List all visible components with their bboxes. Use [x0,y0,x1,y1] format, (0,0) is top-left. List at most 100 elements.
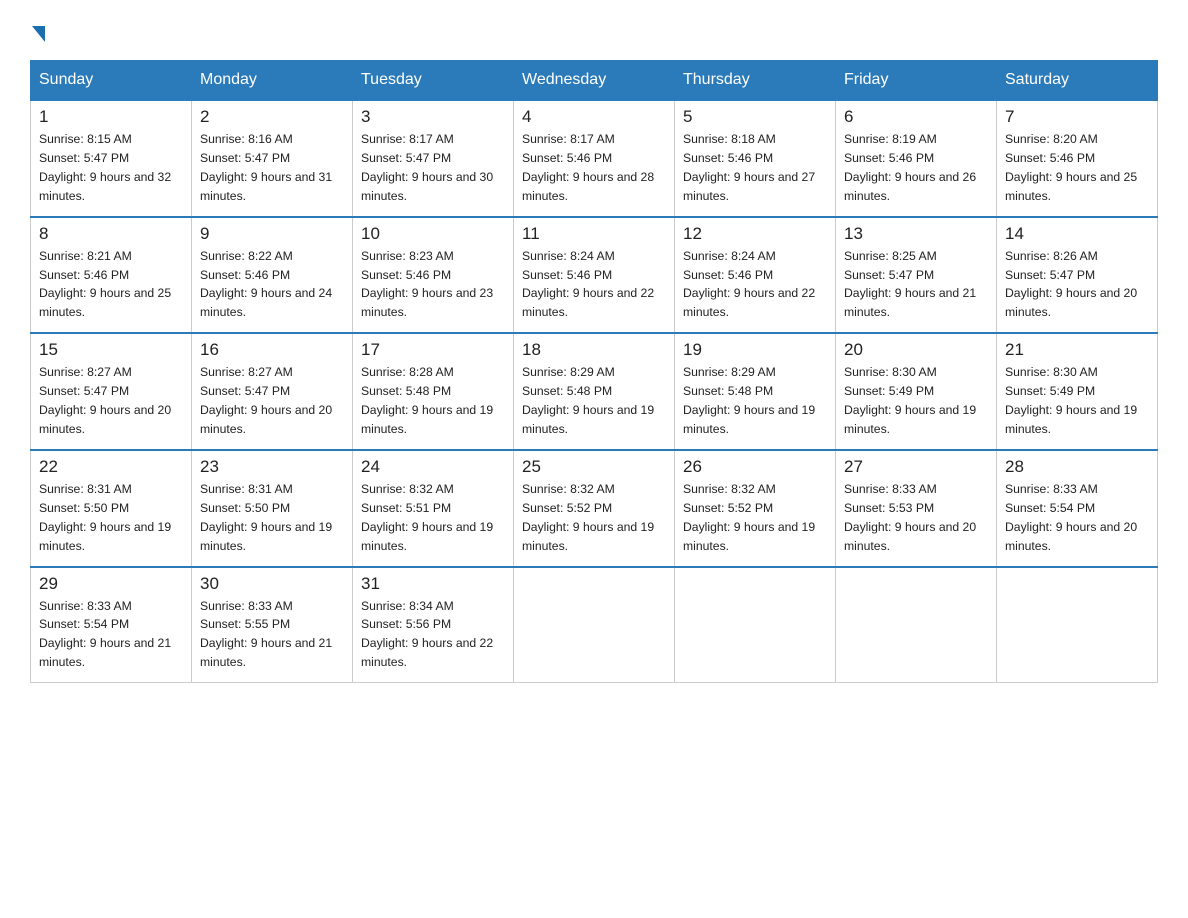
day-info: Sunrise: 8:31 AMSunset: 5:50 PMDaylight:… [39,480,183,556]
day-number: 26 [683,457,827,477]
calendar-cell: 14 Sunrise: 8:26 AMSunset: 5:47 PMDayligh… [997,217,1158,334]
calendar-week-row: 29Sunrise: 8:33 AMSunset: 5:54 PMDayligh… [31,567,1158,683]
day-info: Sunrise: 8:28 AMSunset: 5:48 PMDaylight:… [361,363,505,439]
day-info: Sunrise: 8:18 AMSunset: 5:46 PMDaylight:… [683,130,827,206]
calendar-cell: 4 Sunrise: 8:17 AMSunset: 5:46 PMDaylight… [514,100,675,217]
day-info: Sunrise: 8:24 AMSunset: 5:46 PMDaylight:… [683,247,827,323]
day-info: Sunrise: 8:22 AMSunset: 5:46 PMDaylight:… [200,247,344,323]
day-info: Sunrise: 8:29 AMSunset: 5:48 PMDaylight:… [683,363,827,439]
day-info: Sunrise: 8:33 AMSunset: 5:53 PMDaylight:… [844,480,988,556]
day-number: 17 [361,340,505,360]
calendar-cell: 25 Sunrise: 8:32 AMSunset: 5:52 PMDayligh… [514,450,675,567]
day-number: 14 [1005,224,1149,244]
day-info: Sunrise: 8:24 AMSunset: 5:46 PMDaylight:… [522,247,666,323]
day-number: 11 [522,224,666,244]
day-info: Sunrise: 8:30 AMSunset: 5:49 PMDaylight:… [844,363,988,439]
day-number: 22 [39,457,183,477]
day-number: 31 [361,574,505,594]
day-number: 16 [200,340,344,360]
day-info: Sunrise: 8:32 AMSunset: 5:51 PMDaylight:… [361,480,505,556]
calendar-cell: 19Sunrise: 8:29 AMSunset: 5:48 PMDayligh… [675,333,836,450]
calendar-cell: 10Sunrise: 8:23 AMSunset: 5:46 PMDayligh… [353,217,514,334]
weekday-header-monday: Monday [192,61,353,101]
day-number: 6 [844,107,988,127]
day-number: 15 [39,340,183,360]
calendar-cell: 7Sunrise: 8:20 AMSunset: 5:46 PMDaylight… [997,100,1158,217]
day-info: Sunrise: 8:21 AMSunset: 5:46 PMDaylight:… [39,247,183,323]
calendar-cell: 13Sunrise: 8:25 AMSunset: 5:47 PMDayligh… [836,217,997,334]
calendar-table: SundayMondayTuesdayWednesdayThursdayFrid… [30,60,1158,683]
day-info: Sunrise: 8:32 AMSunset: 5:52 PMDaylight:… [522,480,666,556]
day-info: Sunrise: 8:33 AMSunset: 5:55 PMDaylight:… [200,597,344,673]
day-info: Sunrise: 8:27 AMSunset: 5:47 PMDaylight:… [39,363,183,439]
calendar-cell: 31 Sunrise: 8:34 AMSunset: 5:56 PMDayligh… [353,567,514,683]
calendar-cell: 3 Sunrise: 8:17 AMSunset: 5:47 PMDaylight… [353,100,514,217]
calendar-cell: 30 Sunrise: 8:33 AMSunset: 5:55 PMDayligh… [192,567,353,683]
day-info: Sunrise: 8:29 AMSunset: 5:48 PMDaylight:… [522,363,666,439]
day-info: Sunrise: 8:16 AMSunset: 5:47 PMDaylight:… [200,130,344,206]
day-number: 2 [200,107,344,127]
calendar-cell: 18Sunrise: 8:29 AMSunset: 5:48 PMDayligh… [514,333,675,450]
day-info: Sunrise: 8:19 AMSunset: 5:46 PMDaylight:… [844,130,988,206]
calendar-cell: 1 Sunrise: 8:15 AMSunset: 5:47 PMDaylight… [31,100,192,217]
calendar-cell: 9Sunrise: 8:22 AMSunset: 5:46 PMDaylight… [192,217,353,334]
day-info: Sunrise: 8:32 AMSunset: 5:52 PMDaylight:… [683,480,827,556]
day-number: 5 [683,107,827,127]
day-number: 30 [200,574,344,594]
calendar-week-row: 1 Sunrise: 8:15 AMSunset: 5:47 PMDaylight… [31,100,1158,217]
calendar-cell: 29Sunrise: 8:33 AMSunset: 5:54 PMDayligh… [31,567,192,683]
day-info: Sunrise: 8:33 AMSunset: 5:54 PMDaylight:… [39,597,183,673]
day-info: Sunrise: 8:15 AMSunset: 5:47 PMDaylight:… [39,130,183,206]
calendar-cell: 20 Sunrise: 8:30 AMSunset: 5:49 PMDayligh… [836,333,997,450]
calendar-cell: 11 Sunrise: 8:24 AMSunset: 5:46 PMDayligh… [514,217,675,334]
day-number: 28 [1005,457,1149,477]
day-info: Sunrise: 8:31 AMSunset: 5:50 PMDaylight:… [200,480,344,556]
day-info: Sunrise: 8:23 AMSunset: 5:46 PMDaylight:… [361,247,505,323]
day-info: Sunrise: 8:27 AMSunset: 5:47 PMDaylight:… [200,363,344,439]
calendar-cell: 16 Sunrise: 8:27 AMSunset: 5:47 PMDayligh… [192,333,353,450]
day-number: 4 [522,107,666,127]
weekday-header-row: SundayMondayTuesdayWednesdayThursdayFrid… [31,61,1158,101]
calendar-cell: 21 Sunrise: 8:30 AMSunset: 5:49 PMDayligh… [997,333,1158,450]
day-number: 7 [1005,107,1149,127]
calendar-cell: 22 Sunrise: 8:31 AMSunset: 5:50 PMDayligh… [31,450,192,567]
calendar-week-row: 8Sunrise: 8:21 AMSunset: 5:46 PMDaylight… [31,217,1158,334]
day-number: 23 [200,457,344,477]
calendar-cell: 6 Sunrise: 8:19 AMSunset: 5:46 PMDaylight… [836,100,997,217]
calendar-cell: 12 Sunrise: 8:24 AMSunset: 5:46 PMDayligh… [675,217,836,334]
calendar-week-row: 15 Sunrise: 8:27 AMSunset: 5:47 PMDayligh… [31,333,1158,450]
day-number: 24 [361,457,505,477]
weekday-header-thursday: Thursday [675,61,836,101]
day-info: Sunrise: 8:25 AMSunset: 5:47 PMDaylight:… [844,247,988,323]
day-number: 25 [522,457,666,477]
day-info: Sunrise: 8:34 AMSunset: 5:56 PMDaylight:… [361,597,505,673]
calendar-cell: 27 Sunrise: 8:33 AMSunset: 5:53 PMDayligh… [836,450,997,567]
day-number: 20 [844,340,988,360]
day-number: 12 [683,224,827,244]
calendar-cell: 24 Sunrise: 8:32 AMSunset: 5:51 PMDayligh… [353,450,514,567]
day-number: 3 [361,107,505,127]
calendar-cell: 28 Sunrise: 8:33 AMSunset: 5:54 PMDayligh… [997,450,1158,567]
day-number: 21 [1005,340,1149,360]
calendar-cell [675,567,836,683]
day-info: Sunrise: 8:17 AMSunset: 5:47 PMDaylight:… [361,130,505,206]
calendar-cell [514,567,675,683]
day-number: 27 [844,457,988,477]
day-info: Sunrise: 8:33 AMSunset: 5:54 PMDaylight:… [1005,480,1149,556]
weekday-header-saturday: Saturday [997,61,1158,101]
weekday-header-wednesday: Wednesday [514,61,675,101]
calendar-cell [836,567,997,683]
calendar-cell: 5 Sunrise: 8:18 AMSunset: 5:46 PMDaylight… [675,100,836,217]
logo-arrow-icon [32,26,45,42]
calendar-cell: 26 Sunrise: 8:32 AMSunset: 5:52 PMDayligh… [675,450,836,567]
weekday-header-sunday: Sunday [31,61,192,101]
calendar-cell: 23 Sunrise: 8:31 AMSunset: 5:50 PMDayligh… [192,450,353,567]
calendar-cell: 8Sunrise: 8:21 AMSunset: 5:46 PMDaylight… [31,217,192,334]
day-info: Sunrise: 8:26 AMSunset: 5:47 PMDaylight:… [1005,247,1149,323]
day-info: Sunrise: 8:30 AMSunset: 5:49 PMDaylight:… [1005,363,1149,439]
day-info: Sunrise: 8:17 AMSunset: 5:46 PMDaylight:… [522,130,666,206]
weekday-header-tuesday: Tuesday [353,61,514,101]
header [30,20,1158,42]
calendar-cell: 17 Sunrise: 8:28 AMSunset: 5:48 PMDayligh… [353,333,514,450]
day-number: 1 [39,107,183,127]
